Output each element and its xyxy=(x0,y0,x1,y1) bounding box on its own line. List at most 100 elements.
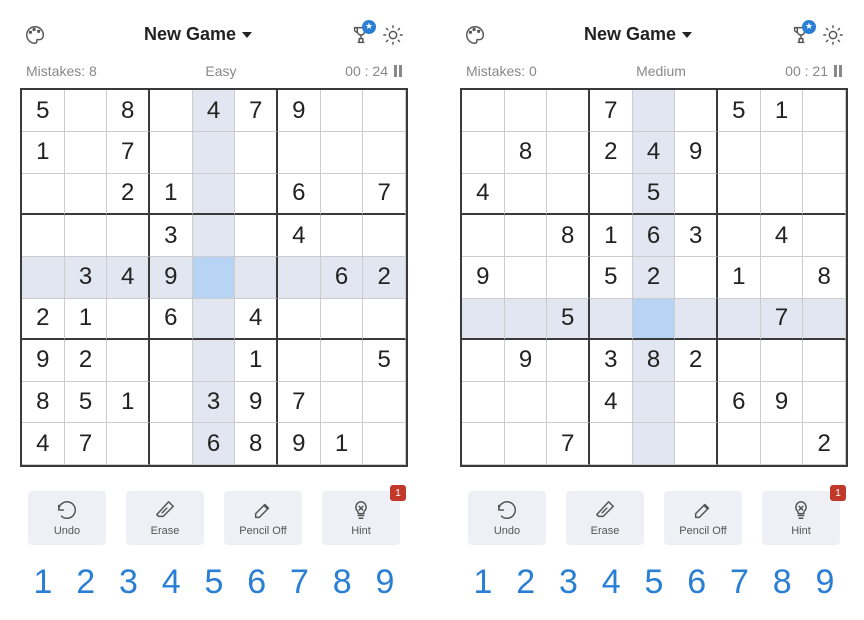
numkey-8[interactable]: 8 xyxy=(763,563,801,602)
cell-5-3[interactable]: 6 xyxy=(150,299,193,341)
cell-2-4[interactable]: 5 xyxy=(633,174,676,216)
cell-6-0[interactable]: 9 xyxy=(22,340,65,382)
cell-8-6[interactable]: 9 xyxy=(278,423,321,465)
cell-5-1[interactable]: 1 xyxy=(65,299,108,341)
cell-7-5[interactable] xyxy=(675,382,718,424)
cell-8-3[interactable] xyxy=(590,423,633,465)
pencil-button[interactable]: Pencil Off xyxy=(224,491,302,545)
numkey-9[interactable]: 9 xyxy=(806,563,844,602)
cell-4-2[interactable] xyxy=(547,257,590,299)
cell-2-2[interactable]: 2 xyxy=(107,174,150,216)
cell-7-2[interactable] xyxy=(547,382,590,424)
numkey-8[interactable]: 8 xyxy=(323,563,361,602)
cell-5-2[interactable]: 5 xyxy=(547,299,590,341)
cell-1-6[interactable] xyxy=(718,132,761,174)
cell-0-4[interactable] xyxy=(633,90,676,132)
cell-8-6[interactable] xyxy=(718,423,761,465)
cell-3-3[interactable]: 1 xyxy=(590,215,633,257)
cell-5-6[interactable] xyxy=(718,299,761,341)
cell-4-7[interactable]: 6 xyxy=(321,257,364,299)
cell-2-7[interactable] xyxy=(321,174,364,216)
hint-button[interactable]: Hint1 xyxy=(322,491,400,545)
cell-6-1[interactable]: 9 xyxy=(505,340,548,382)
cell-1-1[interactable] xyxy=(65,132,108,174)
cell-0-4[interactable]: 4 xyxy=(193,90,236,132)
cell-0-7[interactable] xyxy=(321,90,364,132)
cell-6-8[interactable] xyxy=(803,340,846,382)
cell-4-4[interactable]: 2 xyxy=(633,257,676,299)
palette-icon[interactable] xyxy=(464,24,486,46)
cell-1-0[interactable] xyxy=(462,132,505,174)
cell-1-7[interactable] xyxy=(321,132,364,174)
cell-2-5[interactable] xyxy=(675,174,718,216)
cell-5-4[interactable] xyxy=(633,299,676,341)
numkey-6[interactable]: 6 xyxy=(238,563,276,602)
cell-6-3[interactable]: 3 xyxy=(590,340,633,382)
cell-3-6[interactable] xyxy=(718,215,761,257)
cell-6-2[interactable] xyxy=(547,340,590,382)
cell-4-2[interactable]: 4 xyxy=(107,257,150,299)
cell-0-8[interactable] xyxy=(803,90,846,132)
cell-0-2[interactable] xyxy=(547,90,590,132)
cell-2-7[interactable] xyxy=(761,174,804,216)
cell-3-1[interactable] xyxy=(505,215,548,257)
cell-1-0[interactable]: 1 xyxy=(22,132,65,174)
cell-6-5[interactable]: 2 xyxy=(675,340,718,382)
cell-3-2[interactable]: 8 xyxy=(547,215,590,257)
cell-1-2[interactable]: 7 xyxy=(107,132,150,174)
cell-4-6[interactable]: 1 xyxy=(718,257,761,299)
cell-5-8[interactable] xyxy=(803,299,846,341)
cell-2-8[interactable]: 7 xyxy=(363,174,406,216)
numkey-4[interactable]: 4 xyxy=(592,563,630,602)
cell-7-8[interactable] xyxy=(363,382,406,424)
gear-icon[interactable] xyxy=(382,24,404,46)
cell-7-7[interactable] xyxy=(321,382,364,424)
cell-1-2[interactable] xyxy=(547,132,590,174)
cell-2-6[interactable] xyxy=(718,174,761,216)
cell-8-5[interactable] xyxy=(675,423,718,465)
numkey-2[interactable]: 2 xyxy=(507,563,545,602)
cell-7-3[interactable]: 4 xyxy=(590,382,633,424)
cell-3-2[interactable] xyxy=(107,215,150,257)
cell-5-4[interactable] xyxy=(193,299,236,341)
cell-0-0[interactable]: 5 xyxy=(22,90,65,132)
cell-1-5[interactable] xyxy=(235,132,278,174)
cell-2-2[interactable] xyxy=(547,174,590,216)
numkey-7[interactable]: 7 xyxy=(281,563,319,602)
cell-6-4[interactable] xyxy=(193,340,236,382)
cell-4-5[interactable] xyxy=(675,257,718,299)
cell-8-5[interactable]: 8 xyxy=(235,423,278,465)
gear-icon[interactable] xyxy=(822,24,844,46)
cell-6-6[interactable] xyxy=(718,340,761,382)
cell-2-4[interactable] xyxy=(193,174,236,216)
cell-7-4[interactable]: 3 xyxy=(193,382,236,424)
numkey-3[interactable]: 3 xyxy=(110,563,148,602)
cell-8-0[interactable]: 4 xyxy=(22,423,65,465)
erase-button[interactable]: Erase xyxy=(126,491,204,545)
cell-6-0[interactable] xyxy=(462,340,505,382)
cell-8-1[interactable]: 7 xyxy=(65,423,108,465)
cell-3-7[interactable]: 4 xyxy=(761,215,804,257)
cell-4-1[interactable]: 3 xyxy=(65,257,108,299)
cell-5-6[interactable] xyxy=(278,299,321,341)
numkey-7[interactable]: 7 xyxy=(721,563,759,602)
cell-2-8[interactable] xyxy=(803,174,846,216)
cell-6-7[interactable] xyxy=(321,340,364,382)
cell-1-5[interactable]: 9 xyxy=(675,132,718,174)
cell-4-6[interactable] xyxy=(278,257,321,299)
cell-0-3[interactable]: 7 xyxy=(590,90,633,132)
cell-0-1[interactable] xyxy=(505,90,548,132)
cell-8-2[interactable]: 7 xyxy=(547,423,590,465)
cell-6-7[interactable] xyxy=(761,340,804,382)
cell-0-5[interactable] xyxy=(675,90,718,132)
numkey-6[interactable]: 6 xyxy=(678,563,716,602)
numkey-2[interactable]: 2 xyxy=(67,563,105,602)
cell-2-5[interactable] xyxy=(235,174,278,216)
cell-7-0[interactable] xyxy=(462,382,505,424)
cell-4-0[interactable]: 9 xyxy=(462,257,505,299)
cell-2-3[interactable] xyxy=(590,174,633,216)
cell-7-0[interactable]: 8 xyxy=(22,382,65,424)
trophy-icon[interactable]: ★ xyxy=(790,24,812,46)
cell-7-3[interactable] xyxy=(150,382,193,424)
cell-6-6[interactable] xyxy=(278,340,321,382)
